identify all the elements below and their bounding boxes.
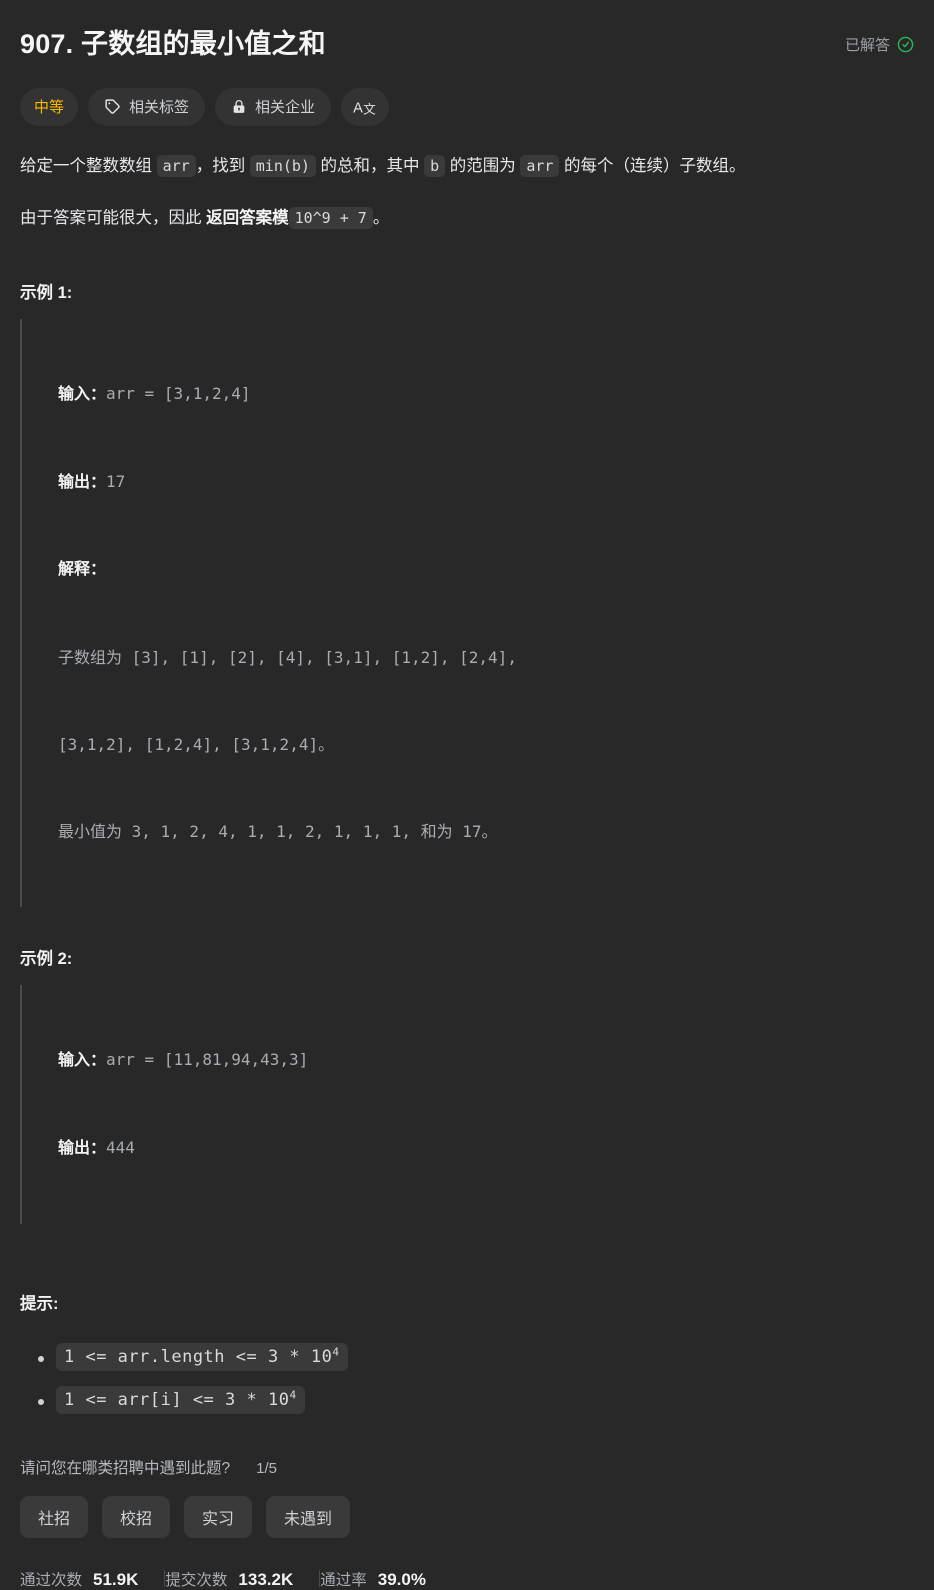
code-chip-arr-1: arr [156,154,196,177]
constraint-1-text: 1 <= arr.length <= 3 * 10 [64,1346,333,1367]
list-item: 1 <= arr.length <= 3 * 104 [38,1342,914,1371]
description-paragraph-2: 由于答案可能很大，因此 返回答案模 10^9 + 7。 [20,204,914,232]
output-value: 444 [106,1138,135,1158]
survey-section: 请问您在哪类招聘中遇到此题? 1/5 社招 校招 实习 未遇到 [20,1430,914,1538]
stat-acceptance-rate[interactable]: 通过率 39.0% [320,1568,452,1590]
problem-description: 给定一个整数数组 arr ，找到 min(b) 的总和，其中 b 的范围为 arr… [20,152,914,245]
example-1-block: 输入：arr = [3,1,2,4] 输出：17 解释： 子数组为 [3], [… [20,318,914,907]
constraints-list: 1 <= arr.length <= 3 * 104 1 <= arr[i] <… [20,1342,914,1430]
difficulty-label: 中等 [34,99,65,117]
tag-icon [104,98,121,115]
input-label: 输入： [58,385,107,403]
example-1-heading: 示例 1: [20,283,73,302]
stats-row: 通过次数 51.9K 提交次数 133.2K 通过率 39.0% [20,1568,914,1590]
survey-options: 社招 校招 实习 未遇到 [20,1495,914,1538]
code-chip-arr-2: arr [520,154,560,177]
list-item: 1 <= arr[i] <= 3 * 104 [38,1385,914,1414]
stat-submissions-label: 提交次数 [165,1571,228,1589]
description-paragraph-1: 给定一个整数数组 arr ，找到 min(b) 的总和，其中 b 的范围为 arr… [20,152,914,180]
output-label: 输出： [58,474,107,492]
explanation-line-3: 最小值为 3, 1, 2, 4, 1, 1, 2, 1, 1, 1, 和为 17… [58,822,498,842]
constraint-2-sup: 4 [289,1388,297,1402]
desc-text-2: ，找到 [195,156,250,175]
explanation-line-1: 子数组为 [3], [1], [2], [4], [3,1], [1,2], [… [58,647,517,667]
meta-chips-row: 中等 相关标签 相关企业 A 文 [20,87,914,126]
translate-icon: A 文 [353,97,377,117]
desc-text-3: 的总和，其中 [315,156,425,175]
page-title: 907. 子数组的最小值之和 [20,29,326,59]
example-2-input-line: 输入：arr = [11,81,94,43,3] [58,1045,914,1075]
stat-submissions[interactable]: 提交次数 133.2K [165,1568,319,1590]
title-row: 907. 子数组的最小值之和 已解答 [20,0,914,62]
survey-counter: 1/5 [256,1459,277,1477]
desc-text-7: 。 [372,209,390,228]
constraint-1-sup: 4 [332,1344,340,1358]
code-chip-modulo: 10^9 + 7 [288,207,373,230]
survey-question-row: 请问您在哪类招聘中遇到此题? 1/5 [20,1456,914,1478]
stat-accepted-value: 51.9K [93,1569,139,1589]
related-companies-label: 相关企业 [255,99,316,117]
desc-text-6: 由于答案可能很大，因此 [20,209,207,228]
related-tags-chip[interactable]: 相关标签 [88,87,206,126]
constraint-2-text: 1 <= arr[i] <= 3 * 10 [64,1389,290,1410]
survey-option-shixi[interactable]: 实习 [184,1495,253,1538]
example-1-input-line: 输入：arr = [3,1,2,4] [58,379,914,409]
check-circle-icon [897,36,914,53]
example-2-output-line: 输出：444 [58,1133,914,1163]
translate-chip[interactable]: A 文 [341,87,390,126]
related-tags-label: 相关标签 [129,99,190,117]
problem-page: 907. 子数组的最小值之和 已解答 中等 相关标签 相关企业 A 文 给定一个… [0,0,934,1589]
stat-accepted[interactable]: 通过次数 51.9K [20,1568,164,1590]
code-chip-min-b: min(b) [249,154,316,177]
survey-option-weiyudao[interactable]: 未遇到 [266,1495,351,1538]
input-label: 输入： [58,1051,107,1069]
survey-option-xiaozhao[interactable]: 校招 [102,1495,171,1538]
desc-bold-modulo: 返回答案模 [206,209,289,228]
desc-text-4: 的范围为 [445,156,521,175]
difficulty-chip[interactable]: 中等 [20,87,79,126]
output-value: 17 [106,472,126,492]
constraint-2: 1 <= arr[i] <= 3 * 104 [56,1385,305,1414]
constraint-1: 1 <= arr.length <= 3 * 104 [56,1342,348,1371]
input-value: arr = [3,1,2,4] [106,383,251,403]
stat-acceptance-value: 39.0% [377,1569,426,1589]
svg-text:文: 文 [363,101,376,116]
solved-label: 已解答 [844,37,890,55]
svg-text:A: A [353,100,363,116]
example-1-output-line: 输出：17 [58,467,914,497]
code-chip-b: b [424,154,446,177]
input-value: arr = [11,81,94,43,3] [106,1049,309,1069]
desc-text-1: 给定一个整数数组 [20,156,157,175]
desc-text-5: 的每个（连续）子数组。 [559,156,746,175]
explanation-line-2: [3,1,2], [1,2,4], [3,1,2,4]。 [58,735,335,755]
example-2-block: 输入：arr = [11,81,94,43,3] 输出：444 [20,984,914,1224]
related-companies-chip[interactable]: 相关企业 [215,87,332,126]
output-label: 输出： [58,1140,107,1158]
survey-question: 请问您在哪类招聘中遇到此题? [20,1459,231,1477]
explanation-label: 解释： [58,561,107,579]
example-2-heading: 示例 2: [20,949,73,968]
stat-acceptance-label: 通过率 [320,1571,367,1589]
stat-accepted-label: 通过次数 [20,1571,83,1589]
lock-icon [231,98,247,115]
status-badge: 已解答 [845,34,914,55]
survey-option-shezhao[interactable]: 社招 [20,1495,89,1538]
stat-submissions-value: 133.2K [238,1569,294,1589]
hints-heading: 提示: [20,1294,59,1313]
